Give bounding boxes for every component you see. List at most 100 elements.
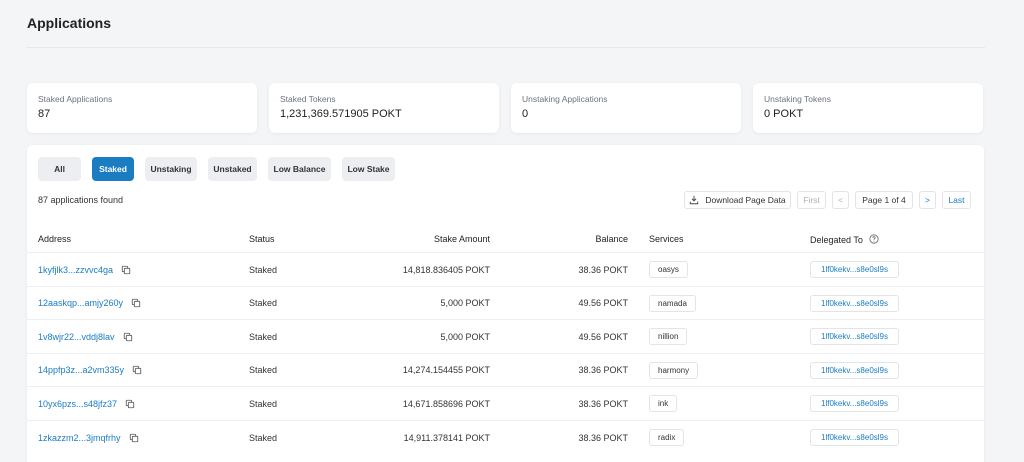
address-link[interactable]: 10yx6pzs...s48jfz37 xyxy=(38,399,117,409)
stat-value: 87 xyxy=(38,108,51,120)
prev-page-button[interactable]: < xyxy=(832,191,849,209)
status-cell: Staked xyxy=(249,365,278,376)
help-icon[interactable] xyxy=(869,234,879,244)
stat-card-unstaking-applications: Unstaking Applications 0 xyxy=(511,83,741,133)
stat-card-staked-applications: Staked Applications 87 xyxy=(27,83,257,133)
delegated-link[interactable]: 1lf0kekv...s8e0sl9s xyxy=(810,429,899,446)
delegated-cell: 1lf0kekv...s8e0sl9s xyxy=(810,253,899,286)
status-cell: Staked xyxy=(249,398,278,409)
services-cell: ink xyxy=(649,387,678,420)
services-cell: radix xyxy=(649,421,685,454)
column-header-balance[interactable]: Balance xyxy=(528,234,628,244)
download-page-data-button[interactable]: Download Page Data xyxy=(684,191,791,209)
address-cell: 10yx6pzs...s48jfz37 xyxy=(38,387,135,420)
column-header-stake[interactable]: Stake Amount xyxy=(390,234,490,244)
stake-cell: 14,671.858696 POKT xyxy=(402,398,490,409)
column-header-address[interactable]: Address xyxy=(38,234,71,244)
delegated-link[interactable]: 1lf0kekv...s8e0sl9s xyxy=(810,328,899,346)
first-page-button[interactable]: First xyxy=(797,191,826,209)
page-title: Applications xyxy=(27,15,112,31)
status-cell: Staked xyxy=(249,432,278,443)
status-cell: Staked xyxy=(249,298,278,309)
download-icon xyxy=(690,195,699,205)
service-tag: harmony xyxy=(649,361,699,379)
service-tag: radix xyxy=(649,429,685,446)
applications-panel: All Staked Unstaking Unstaked Low Balanc… xyxy=(27,145,984,462)
filter-staked-button[interactable]: Staked xyxy=(92,157,134,181)
delegated-link[interactable]: 1lf0kekv...s8e0sl9s xyxy=(810,395,899,413)
copy-icon[interactable] xyxy=(123,332,133,342)
results-count: 87 applications found xyxy=(38,195,124,205)
address-cell: 12aaskqp...amjy260y xyxy=(38,287,141,320)
copy-icon[interactable] xyxy=(131,298,141,308)
stake-cell: 14,274.154455 POKT xyxy=(402,365,490,376)
last-page-button[interactable]: Last xyxy=(942,191,971,209)
table-row: 1v8wjr22...vddj8lav Staked 5,000 POKT 49… xyxy=(27,319,984,353)
filter-unstaked-button[interactable]: Unstaked xyxy=(208,157,257,181)
delegated-link[interactable]: 1lf0kekv...s8e0sl9s xyxy=(810,361,899,379)
copy-icon[interactable] xyxy=(121,265,131,275)
column-header-delegated[interactable]: Delegated To xyxy=(810,234,879,245)
next-page-button[interactable]: > xyxy=(919,191,936,209)
filter-unstaking-button[interactable]: Unstaking xyxy=(145,157,197,181)
page-indicator: Page 1 of 4 xyxy=(855,191,913,209)
balance-cell: 38.36 POKT xyxy=(578,365,628,376)
balance-cell: 49.56 POKT xyxy=(578,298,628,309)
copy-icon[interactable] xyxy=(125,399,135,409)
filter-low-stake-button[interactable]: Low Stake xyxy=(342,157,395,181)
table-row: 12aaskqp...amjy260y Staked 5,000 POKT 49… xyxy=(27,285,984,320)
address-cell: 14ppfp3z...a2vm335y xyxy=(38,354,142,387)
delegated-cell: 1lf0kekv...s8e0sl9s xyxy=(810,320,899,353)
stat-value: 0 POKT xyxy=(764,108,804,120)
stake-cell: 14,818.836405 POKT xyxy=(402,264,490,275)
table-row: 10yx6pzs...s48jfz37 Staked 14,671.858696… xyxy=(27,386,984,420)
service-tag: ink xyxy=(649,395,678,413)
address-link[interactable]: 1zkazzm2...3jmqfrhy xyxy=(38,433,121,443)
delegated-link[interactable]: 1lf0kekv...s8e0sl9s xyxy=(810,261,899,278)
stat-label: Unstaking Tokens xyxy=(764,94,831,104)
status-cell: Staked xyxy=(249,331,278,342)
table-row: 1kyfjlk3...zzvvc4ga Staked 14,818.836405… xyxy=(27,252,984,286)
balance-cell: 49.56 POKT xyxy=(578,331,628,342)
delegated-cell: 1lf0kekv...s8e0sl9s xyxy=(810,354,899,387)
services-cell: oasys xyxy=(649,253,688,286)
address-link[interactable]: 1v8wjr22...vddj8lav xyxy=(38,332,115,342)
address-link[interactable]: 14ppfp3z...a2vm335y xyxy=(38,365,124,375)
stat-label: Unstaking Applications xyxy=(522,94,608,104)
stat-value: 0 xyxy=(522,108,529,120)
delegated-cell: 1lf0kekv...s8e0sl9s xyxy=(810,287,899,320)
copy-icon[interactable] xyxy=(129,433,139,443)
service-tag: oasys xyxy=(649,261,688,278)
address-cell: 1zkazzm2...3jmqfrhy xyxy=(38,421,139,454)
stat-value: 1,231,369.571905 POKT xyxy=(280,108,402,120)
copy-icon[interactable] xyxy=(132,365,142,375)
services-cell: namada xyxy=(649,287,696,320)
address-cell: 1kyfjlk3...zzvvc4ga xyxy=(38,253,131,286)
stake-cell: 5,000 POKT xyxy=(440,331,490,342)
address-link[interactable]: 1kyfjlk3...zzvvc4ga xyxy=(38,265,113,275)
delegated-label: Delegated To xyxy=(810,235,863,245)
table-row: 1zkazzm2...3jmqfrhy Staked 14,911.378141… xyxy=(27,420,984,454)
stat-card-unstaking-tokens: Unstaking Tokens 0 POKT xyxy=(753,83,983,133)
address-cell: 1v8wjr22...vddj8lav xyxy=(38,320,133,353)
filter-all-button[interactable]: All xyxy=(38,157,81,181)
stat-card-staked-tokens: Staked Tokens 1,231,369.571905 POKT xyxy=(269,83,499,133)
balance-cell: 38.36 POKT xyxy=(578,432,628,443)
delegated-link[interactable]: 1lf0kekv...s8e0sl9s xyxy=(810,294,899,312)
service-tag: namada xyxy=(649,294,696,312)
stat-label: Staked Applications xyxy=(38,94,113,104)
stat-label: Staked Tokens xyxy=(280,94,336,104)
title-divider xyxy=(27,47,985,48)
address-link[interactable]: 12aaskqp...amjy260y xyxy=(38,298,123,308)
stake-cell: 5,000 POKT xyxy=(440,298,490,309)
column-header-status[interactable]: Status xyxy=(249,234,275,244)
delegated-cell: 1lf0kekv...s8e0sl9s xyxy=(810,421,899,454)
services-cell: nillion xyxy=(649,320,688,353)
download-label: Download Page Data xyxy=(705,195,786,205)
filter-low-balance-button[interactable]: Low Balance xyxy=(268,157,331,181)
column-header-services[interactable]: Services xyxy=(649,234,684,244)
stake-cell: 14,911.378141 POKT xyxy=(403,432,490,443)
balance-cell: 38.36 POKT xyxy=(578,264,628,275)
status-cell: Staked xyxy=(249,264,278,275)
services-cell: harmony xyxy=(649,354,699,387)
